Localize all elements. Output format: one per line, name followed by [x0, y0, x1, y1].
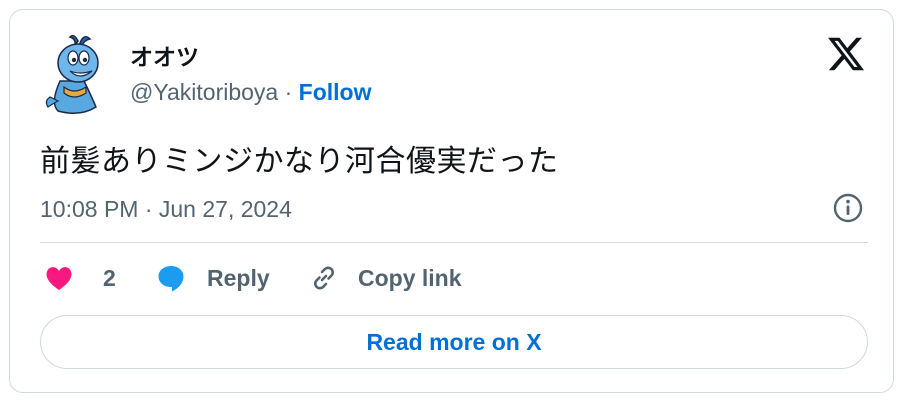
like-count: 2 [103, 264, 116, 291]
read-more-button[interactable]: Read more on X [40, 315, 868, 369]
info-icon[interactable] [832, 192, 864, 224]
reply-button[interactable]: Reply [155, 262, 270, 294]
cartoon-bird-avatar-icon [45, 34, 99, 114]
tweet-embed-card: オオツ @Yakitoriboya · Follow 前髪ありミンジかなり河合優… [9, 9, 894, 393]
author-handle[interactable]: @Yakitoriboya [130, 79, 278, 105]
author-display-name[interactable]: オオツ [130, 38, 199, 72]
tweet-text: 前髪ありミンジかなり河合優実だった [40, 144, 559, 179]
copy-link-label: Copy link [358, 264, 462, 291]
like-button[interactable]: 2 [43, 262, 116, 294]
divider [40, 242, 868, 243]
heart-icon [46, 267, 72, 290]
read-more-label: Read more on X [366, 328, 542, 355]
follow-button[interactable]: Follow [299, 79, 372, 105]
author-handle-row: @Yakitoriboya · Follow [130, 79, 372, 106]
handle-separator: · [278, 79, 299, 105]
avatar[interactable] [40, 31, 106, 117]
link-icon [314, 266, 334, 290]
copy-link-button[interactable]: Copy link [308, 262, 462, 294]
reply-label: Reply [207, 264, 270, 291]
x-logo-icon[interactable] [826, 34, 866, 74]
speech-bubble-icon [158, 266, 184, 292]
tweet-timestamp[interactable]: 10:08 PM · Jun 27, 2024 [40, 196, 292, 223]
